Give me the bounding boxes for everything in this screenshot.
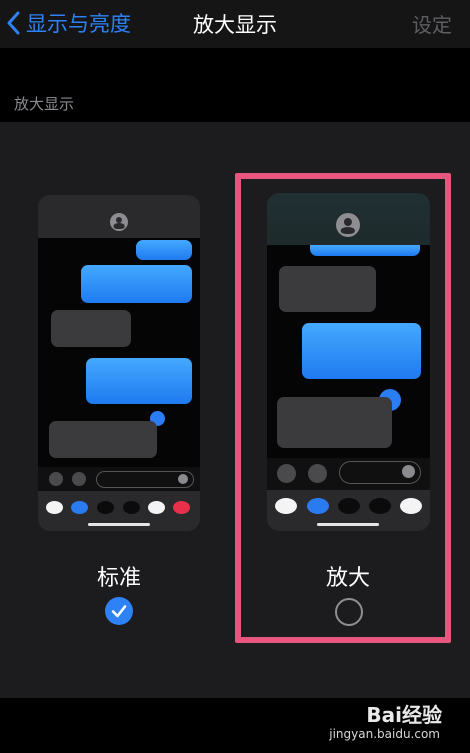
set-button[interactable]: 设定 <box>412 9 452 38</box>
home-indicator <box>317 523 379 526</box>
camera-icon <box>49 472 63 486</box>
message-bubble <box>279 266 376 312</box>
message-bubble <box>302 323 421 379</box>
app-icon <box>97 501 114 514</box>
back-button-label: 显示与亮度 <box>26 12 131 36</box>
app-icon <box>338 498 360 514</box>
back-button[interactable]: 显示与亮度 <box>6 7 131 39</box>
app-icon <box>123 501 140 514</box>
checkmark-icon <box>111 605 127 618</box>
section-label: 放大显示 <box>14 95 75 113</box>
chevron-left-icon <box>7 11 20 35</box>
microphone-icon <box>178 474 188 484</box>
app-icon <box>275 498 297 514</box>
app-icon <box>307 498 329 514</box>
standard-label: 标准 <box>97 566 142 591</box>
app-icon <box>46 501 63 514</box>
microphone-icon <box>402 465 415 478</box>
avatar-icon <box>336 213 360 237</box>
camera-icon <box>277 464 296 483</box>
zoomed-label: 放大 <box>326 566 371 591</box>
app-icon <box>400 498 422 514</box>
home-indicator <box>88 523 150 526</box>
standard-radio[interactable] <box>105 597 133 625</box>
message-bubble <box>51 310 131 347</box>
app-icon <box>148 501 165 514</box>
message-bubble <box>49 421 157 458</box>
zoomed-preview[interactable] <box>267 193 430 531</box>
message-bubble <box>277 397 392 448</box>
message-bubble <box>86 358 192 404</box>
app-icon <box>71 501 88 514</box>
avatar-icon <box>110 213 128 231</box>
page-title: 放大显示 <box>193 13 277 37</box>
message-bubble <box>81 265 192 303</box>
app-icon <box>369 498 391 514</box>
standard-preview[interactable] <box>38 195 200 531</box>
zoomed-radio[interactable] <box>335 598 363 626</box>
app-store-icon <box>308 464 327 483</box>
message-bubble <box>310 245 420 256</box>
watermark-logo-text: Bai经验 <box>366 703 442 727</box>
app-icon <box>173 501 190 514</box>
app-store-icon <box>72 472 86 486</box>
message-bubble <box>136 240 192 260</box>
watermark-logo: Bai经验 <box>366 699 442 728</box>
watermark-url: jingyan.baidu.com <box>329 727 440 741</box>
